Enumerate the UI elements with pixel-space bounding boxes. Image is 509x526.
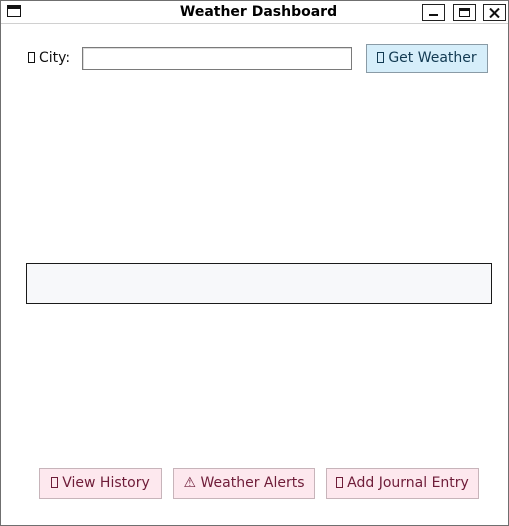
city-label: City:: [28, 50, 70, 66]
maximize-button[interactable]: [453, 4, 476, 21]
weather-alerts-label: Weather Alerts: [200, 475, 305, 491]
missing-glyph-icon: [51, 477, 59, 488]
app-window: Weather Dashboard City: Get Weather View…: [0, 0, 509, 526]
get-weather-label: Get Weather: [388, 50, 477, 66]
get-weather-button[interactable]: Get Weather: [366, 44, 488, 73]
weather-alerts-button[interactable]: ⚠ Weather Alerts: [173, 468, 315, 499]
missing-glyph-icon: [377, 52, 385, 63]
close-button[interactable]: [483, 4, 506, 21]
warning-icon: ⚠: [183, 475, 197, 491]
city-label-text: City:: [39, 50, 71, 66]
city-input[interactable]: [82, 47, 352, 70]
title-bar[interactable]: Weather Dashboard: [1, 1, 508, 24]
add-journal-entry-button[interactable]: Add Journal Entry: [326, 468, 479, 499]
weather-result-box: [26, 263, 492, 304]
view-history-button[interactable]: View History: [39, 468, 162, 499]
missing-glyph-icon: [336, 477, 344, 488]
missing-glyph-icon: [28, 52, 35, 63]
view-history-label: View History: [62, 475, 150, 491]
minimize-button[interactable]: [422, 4, 445, 21]
add-journal-entry-label: Add Journal Entry: [347, 475, 469, 491]
close-icon: [489, 8, 500, 18]
